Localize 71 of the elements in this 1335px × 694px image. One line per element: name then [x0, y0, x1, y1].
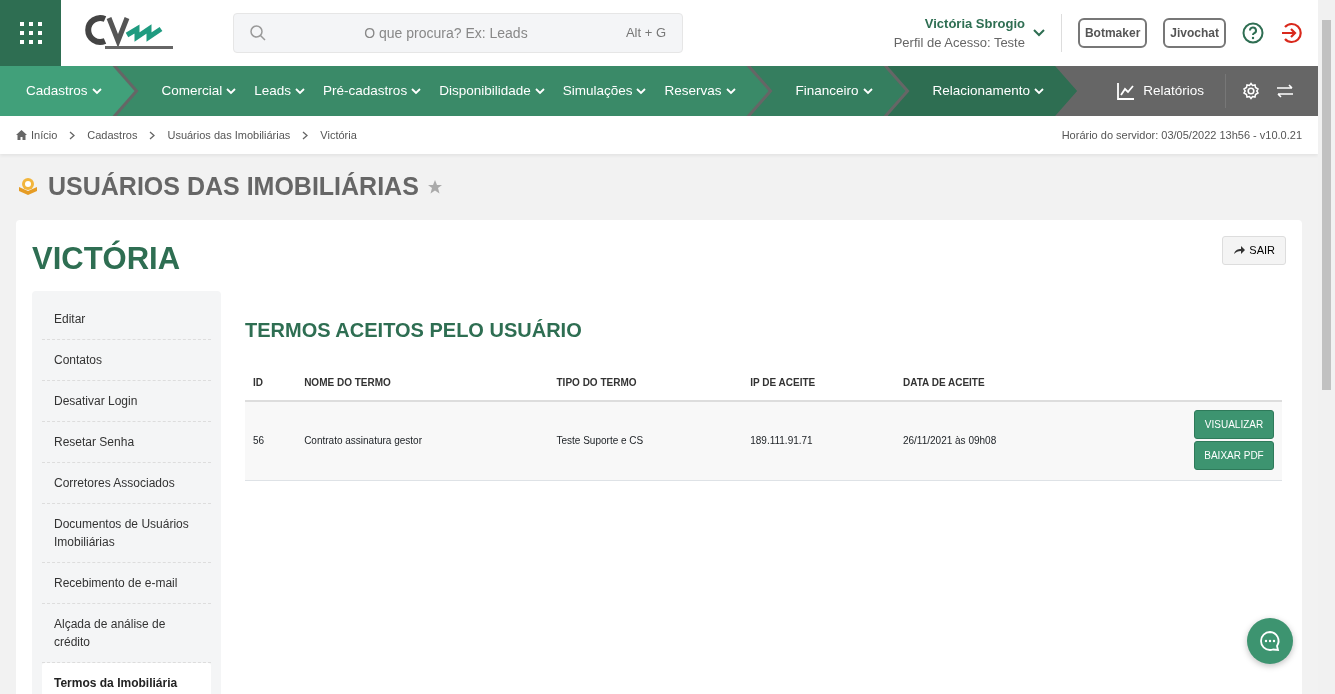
swap-icon[interactable]: [1276, 84, 1294, 98]
record-title: VICTÓRIA: [32, 239, 181, 278]
sidebar-item[interactable]: Documentos de Usuários Imobiliárias: [42, 503, 211, 563]
sidebar-item[interactable]: Desativar Login: [42, 380, 211, 422]
breadcrumb-link[interactable]: Cadastros: [87, 126, 138, 144]
action-button[interactable]: VISUALIZAR: [1194, 409, 1274, 439]
sidebar-item[interactable]: Editar: [42, 298, 211, 340]
sidebar-item[interactable]: Recebimento de e-mail: [42, 562, 211, 604]
logout-icon[interactable]: [1280, 22, 1302, 44]
chevron-down-icon: [862, 87, 873, 95]
home-icon[interactable]: [16, 130, 27, 140]
sidebar-item[interactable]: Resetar Senha: [42, 421, 211, 463]
chevron-right-icon: [69, 130, 76, 140]
sidebar-item[interactable]: Termos da Imobiliária: [42, 662, 211, 694]
column-header: DATA DE ACEITE: [894, 360, 1101, 401]
sidebar-item[interactable]: Corretores Associados: [42, 462, 211, 504]
page-title: USUÁRIOS DAS IMOBILIÁRIAS: [48, 171, 419, 203]
chevron-down-icon: [226, 87, 237, 95]
user-name: Victória Sbrogio: [923, 14, 1025, 33]
breadcrumb-link[interactable]: Usuários das Imobiliárias: [167, 126, 291, 144]
column-header: ID: [245, 360, 297, 401]
help-icon[interactable]: [1242, 22, 1264, 44]
menu-item[interactable]: Comercial: [156, 80, 242, 102]
chevron-down-icon: [636, 87, 647, 95]
server-time: Horário do servidor: 03/05/2022 13h56 - v10.0.21: [1061, 127, 1302, 143]
menu-item[interactable]: Pré-cadastros: [318, 80, 427, 102]
menu-item[interactable]: Simulações: [557, 80, 652, 102]
table-cell: 189.111.91.71: [750, 435, 813, 446]
table-cell: 26/11/2021 às 09h08: [902, 435, 997, 446]
chevron-down-icon: [411, 87, 422, 95]
star-icon[interactable]: [426, 179, 443, 195]
chevron-down-icon: [91, 87, 102, 95]
chat-bubble-icon: [1259, 630, 1281, 652]
exit-button[interactable]: SAIR: [1222, 236, 1286, 265]
breadcrumb-current: Victória: [320, 127, 357, 143]
chevron-down-icon: [295, 87, 306, 95]
menu-item[interactable]: Reservas: [659, 80, 741, 102]
chevron-down-icon: [725, 87, 736, 95]
share-arrow-icon: [1233, 245, 1246, 256]
shortcut-hint: Alt + G: [625, 24, 666, 43]
menu-item[interactable]: Financeiro: [790, 80, 878, 102]
table-cell: Contrato assinatura gestor: [304, 435, 422, 446]
settings-icon[interactable]: [1242, 82, 1260, 100]
scrollbar-thumb[interactable]: [1322, 20, 1331, 390]
menu-item[interactable]: Relacionamento: [927, 80, 1050, 102]
search-icon: [250, 25, 266, 41]
chevron-down-icon: [1034, 87, 1045, 95]
chat-service-button[interactable]: Jivochat: [1163, 18, 1226, 48]
grid-icon: [18, 21, 43, 45]
reports-menu[interactable]: Relatórios: [1112, 80, 1209, 102]
sidebar-item[interactable]: Alçada de análise de crédito: [42, 603, 211, 663]
chevron-right-icon: [302, 130, 309, 140]
table-cell: Teste Suporte e CS: [556, 435, 644, 446]
chat-service-button[interactable]: Botmaker: [1077, 18, 1148, 48]
chevron-down-icon[interactable]: [1032, 29, 1045, 37]
line-chart-icon: [1117, 82, 1136, 100]
apps-menu-button[interactable]: [0, 0, 61, 66]
breadcrumb-link[interactable]: Início: [31, 126, 58, 144]
section-title: TERMOS ACEITOS PELO USUÁRIO: [245, 317, 583, 343]
menu-item[interactable]: Leads: [249, 80, 311, 102]
search-field[interactable]: O que procura? Ex: Leads Alt + G: [233, 13, 683, 53]
column-header: NOME DO TERMO: [296, 360, 549, 401]
sidebar-item[interactable]: Contatos: [42, 339, 211, 381]
chevron-right-icon: [149, 130, 156, 140]
column-header: TIPO DO TERMO: [548, 360, 743, 401]
access-profile: Perfil de Acesso: Teste: [893, 34, 1025, 52]
column-header: IP DE ACEITE: [742, 360, 895, 401]
table-cell: 56: [253, 435, 265, 446]
action-button[interactable]: BAIXAR PDF: [1194, 440, 1274, 470]
menu-item[interactable]: Disponibilidade: [434, 80, 550, 102]
chevron-down-icon: [534, 87, 545, 95]
